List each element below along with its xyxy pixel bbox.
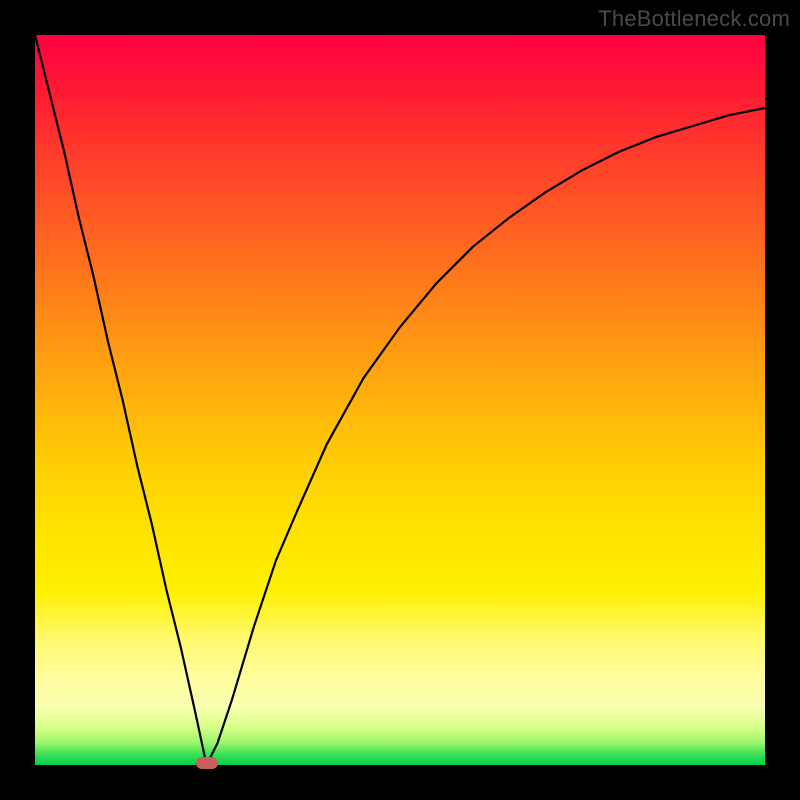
chart-frame: TheBottleneck.com [0,0,800,800]
watermark-text: TheBottleneck.com [598,6,790,32]
optimal-point-marker [196,757,218,769]
bottleneck-curve [35,35,765,765]
plot-area [35,35,765,765]
